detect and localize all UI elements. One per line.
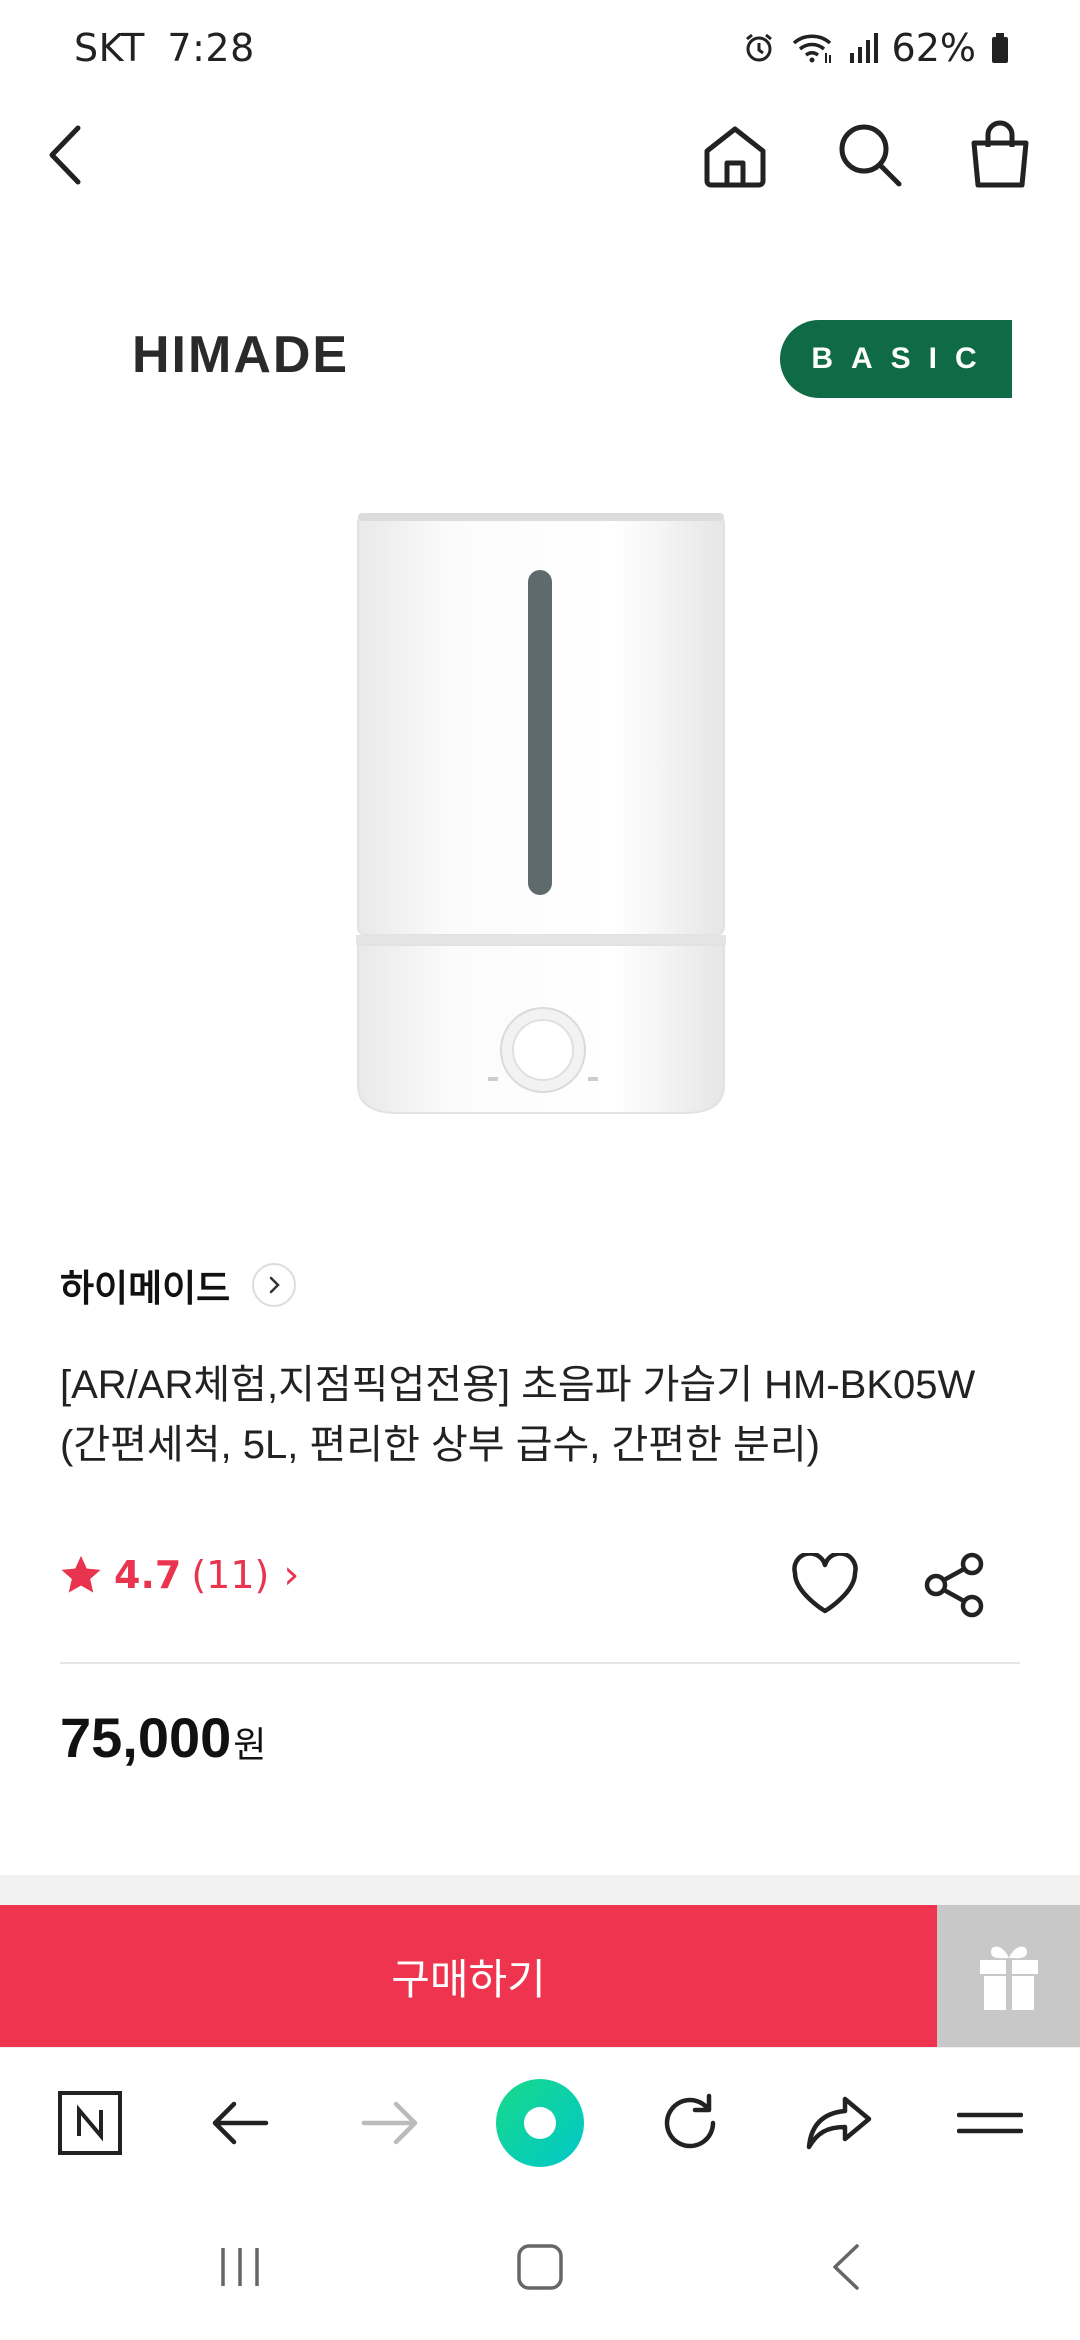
section-separator	[0, 1875, 1080, 1905]
shopping-bag-icon	[971, 120, 1029, 188]
back-nav-button[interactable]	[795, 2227, 895, 2307]
review-count: (11)	[191, 1553, 270, 1597]
menu-button[interactable]	[940, 2073, 1040, 2173]
price-unit: 원	[233, 1725, 267, 1766]
heart-icon	[792, 1553, 858, 1614]
search-button[interactable]	[825, 110, 915, 200]
back-button[interactable]	[20, 110, 110, 200]
naver-home-button[interactable]	[40, 2073, 140, 2173]
rating-link[interactable]: 4.7 (11) ›	[58, 1552, 299, 1598]
product-image	[350, 505, 730, 1125]
share-icon	[806, 2096, 872, 2150]
system-nav	[0, 2197, 1080, 2340]
home-icon	[704, 126, 766, 188]
divider	[60, 1662, 1020, 1664]
green-dot-icon	[496, 2079, 584, 2167]
gift-icon	[979, 1946, 1038, 2010]
brand-name: 하이메이드	[60, 1267, 231, 1310]
share-button[interactable]	[910, 1540, 1000, 1630]
price: 75,000 원	[60, 1705, 266, 1770]
rating-arrow: ›	[283, 1552, 300, 1598]
time-label: 7:28	[167, 26, 255, 70]
browser-toolbar	[0, 2047, 1080, 2197]
status-bar: SKT 7:28 62%	[0, 0, 1080, 100]
humidifier-image	[356, 513, 726, 1114]
menu-icon	[957, 2112, 1023, 2134]
search-icon	[839, 124, 902, 187]
green-dot-button[interactable]	[490, 2073, 590, 2173]
price-value: 75,000	[60, 1706, 232, 1769]
cart-button[interactable]	[955, 110, 1045, 200]
browser-share-button[interactable]	[790, 2073, 890, 2173]
battery-label: 62%	[891, 26, 976, 70]
battery-icon	[990, 31, 1010, 65]
status-left: SKT 7:28	[74, 26, 255, 70]
home-nav-button[interactable]	[490, 2227, 590, 2307]
status-right: 62%	[742, 26, 1010, 70]
back-icon	[212, 2101, 269, 2145]
top-nav	[0, 100, 1080, 210]
refresh-button[interactable]	[640, 2073, 740, 2173]
recent-apps-button[interactable]	[190, 2227, 290, 2307]
forward-icon	[361, 2101, 418, 2145]
chevron-right-icon	[252, 1263, 297, 1307]
basic-badge: BASIC	[780, 320, 1012, 398]
recent-apps-icon	[221, 2248, 259, 2286]
back-nav-icon	[833, 2244, 859, 2290]
brand-logo: HIMADE	[132, 326, 350, 384]
home-button[interactable]	[690, 110, 780, 200]
share-icon	[924, 1552, 984, 1618]
alarm-icon	[742, 31, 776, 65]
star-icon	[61, 1555, 101, 1593]
wifi-icon	[790, 31, 834, 65]
buy-button[interactable]: 구매하기	[0, 1905, 937, 2047]
signal-icon	[848, 31, 878, 65]
wishlist-button[interactable]	[780, 1540, 870, 1630]
back-arrow-icon	[49, 125, 81, 185]
browser-forward-button[interactable]	[340, 2073, 440, 2173]
refresh-icon	[664, 2093, 716, 2149]
home-button-icon	[517, 2244, 563, 2290]
browser-back-button[interactable]	[190, 2073, 290, 2173]
product-title: [AR/AR체험,지점픽업전용] 초음파 가습기 HM-BK05W (간편세척,…	[60, 1363, 976, 1467]
gift-button[interactable]	[937, 1905, 1080, 2047]
naver-home-icon	[58, 2091, 122, 2155]
carrier-label: SKT	[74, 26, 145, 70]
rating-value: 4.7	[114, 1553, 182, 1597]
brand-link[interactable]: 하이메이드	[60, 1258, 297, 1312]
